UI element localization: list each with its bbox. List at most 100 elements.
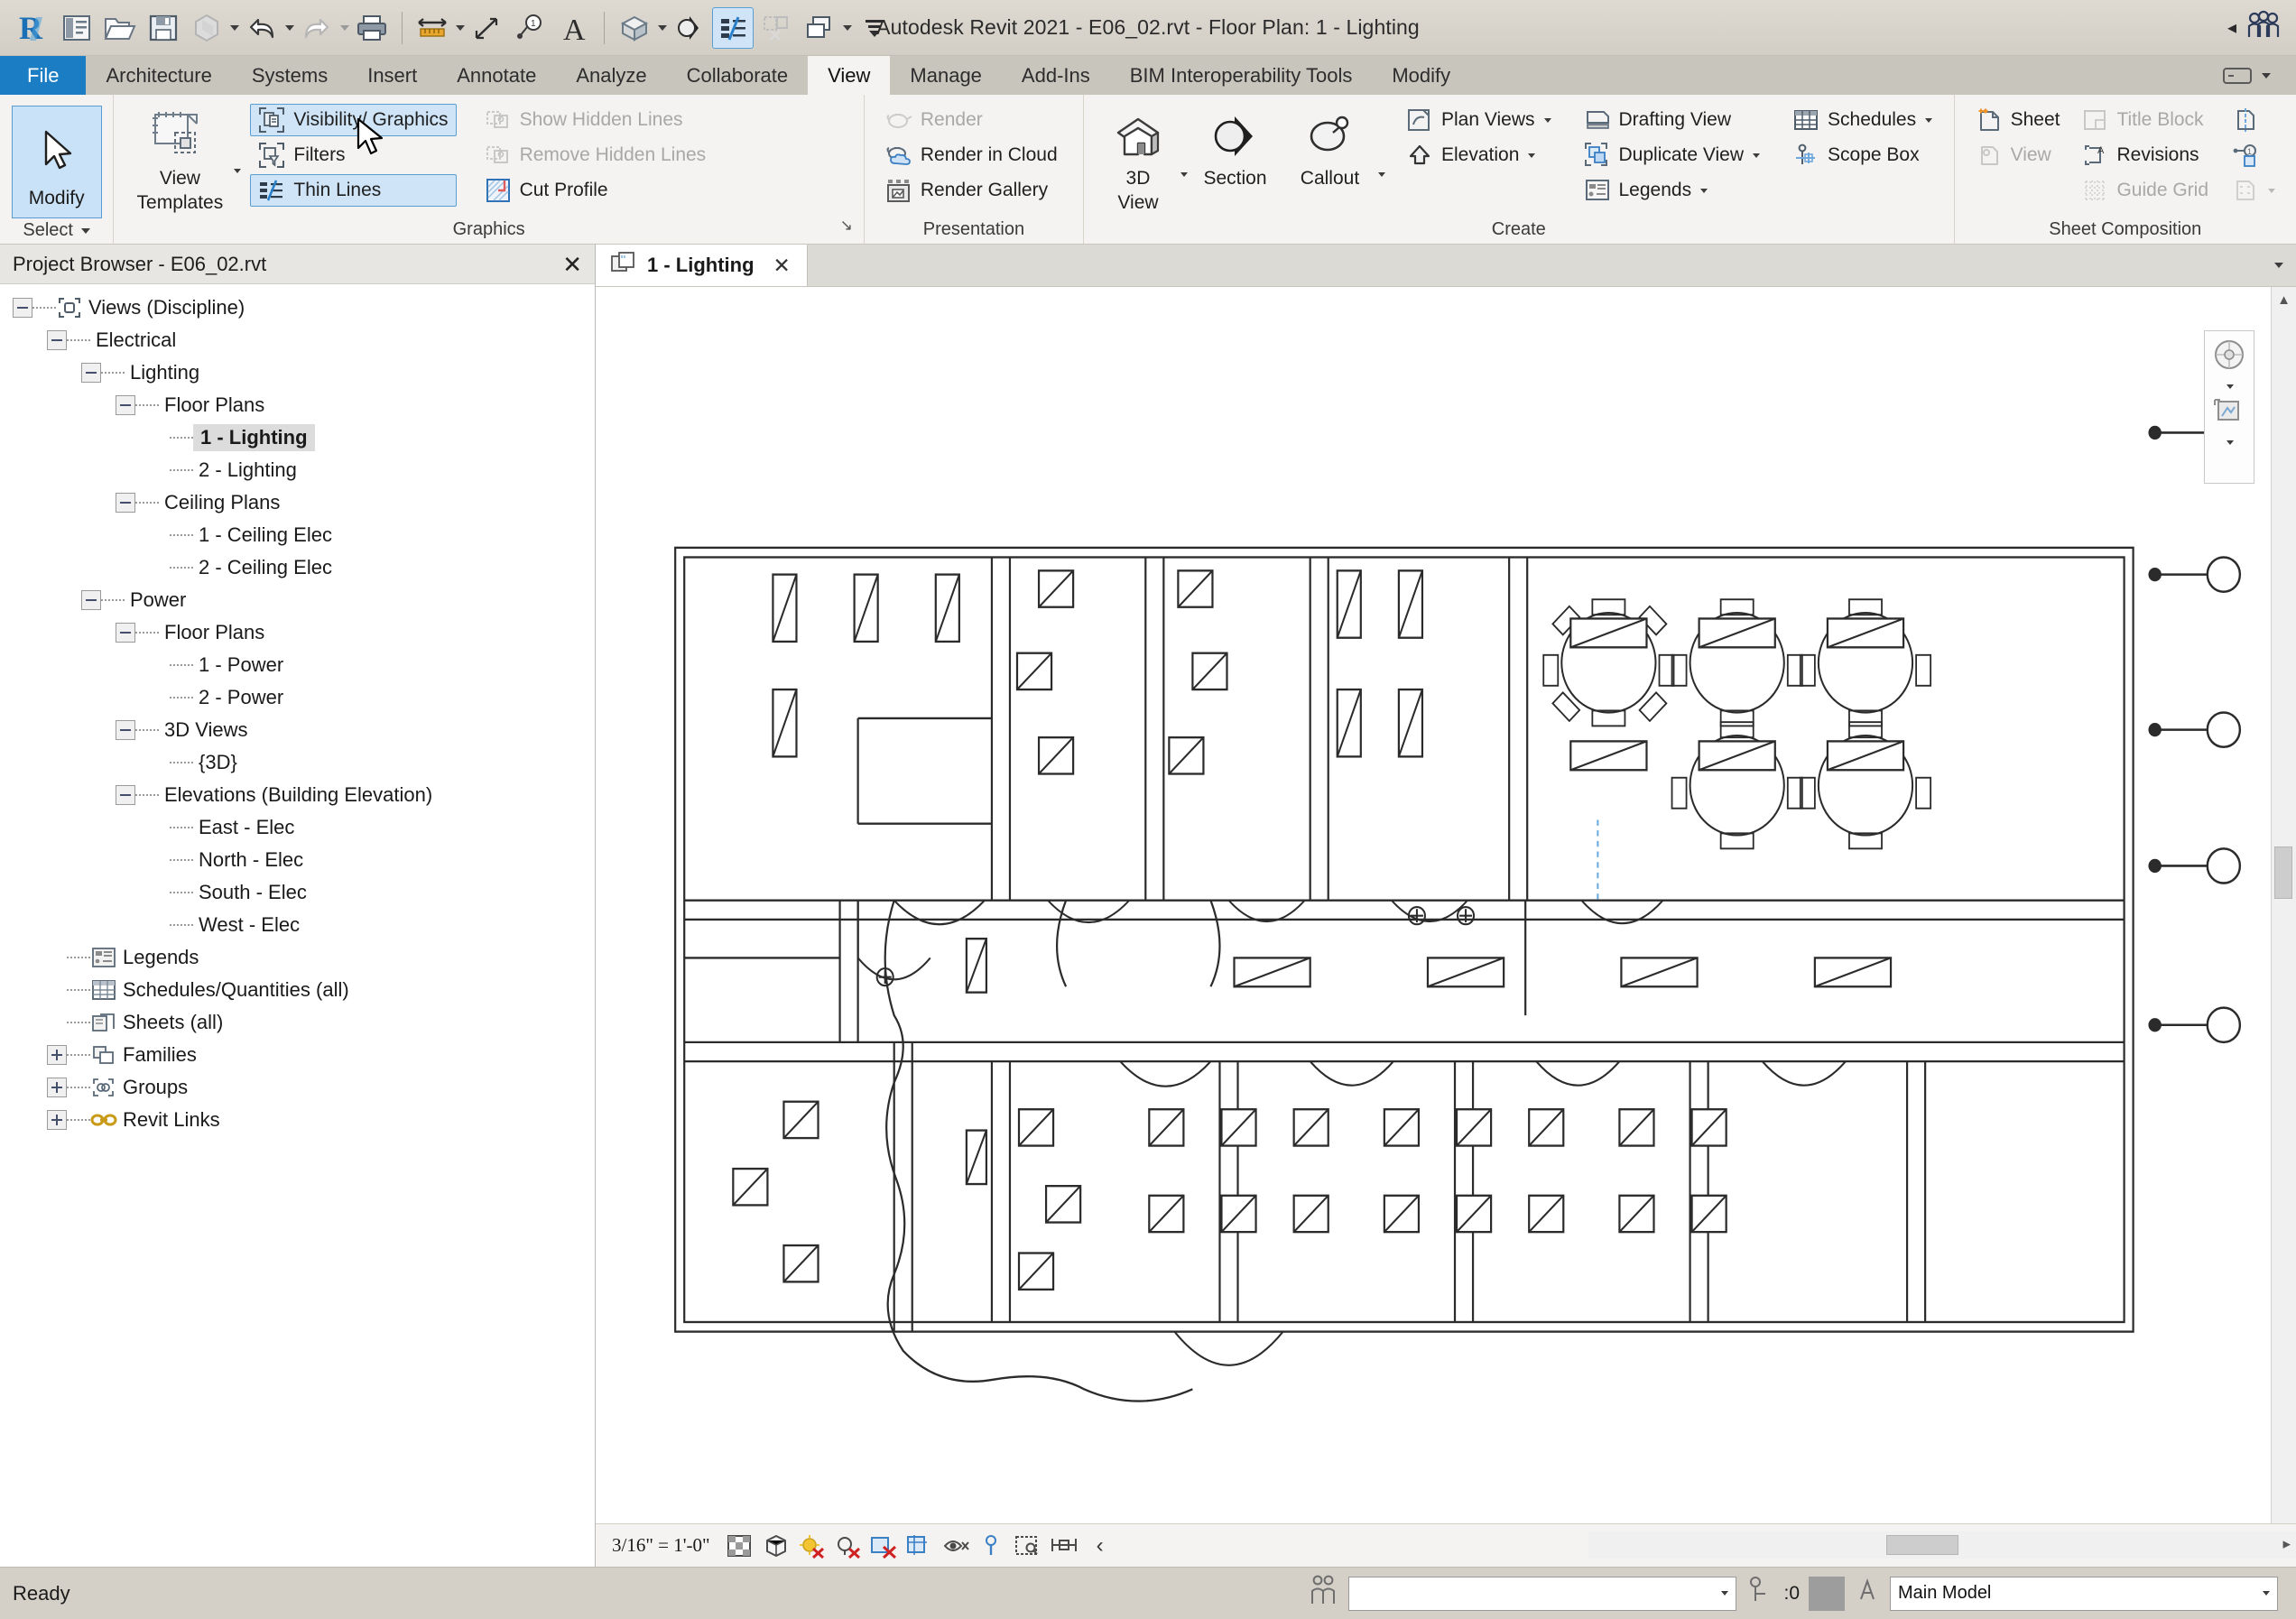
shadows-off-icon[interactable] — [829, 1528, 866, 1564]
hide-crop-region-icon[interactable] — [938, 1528, 974, 1564]
section-icon[interactable] — [669, 7, 710, 49]
undo-dropdown-arrow[interactable] — [285, 24, 294, 31]
three-d-view-button[interactable]: 3D View — [1097, 104, 1180, 216]
duplicate-view-button[interactable]: Duplicate View — [1576, 139, 1769, 171]
thin-lines-button[interactable]: Thin Lines — [250, 174, 457, 207]
tree-item-power[interactable]: Power — [0, 584, 595, 616]
view-reference-button[interactable]: 1 — [2224, 139, 2283, 171]
cut-profile-button[interactable]: Cut Profile — [477, 174, 715, 207]
tab-analyze[interactable]: Analyze — [556, 56, 666, 95]
tree-item-1-ceiling-elec[interactable]: 1 - Ceiling Elec — [0, 519, 595, 551]
tree-collapse-toggle[interactable] — [81, 363, 101, 383]
open-icon[interactable] — [99, 7, 141, 49]
tree-item-groups[interactable]: Groups — [0, 1071, 595, 1104]
tab-insert[interactable]: Insert — [347, 56, 437, 95]
tree-item-floor-plans[interactable]: Floor Plans — [0, 616, 595, 649]
redo-icon[interactable] — [296, 7, 338, 49]
three-d-view-dropdown-arrow[interactable] — [658, 24, 667, 31]
vertical-scroll-thumb[interactable] — [2274, 847, 2292, 899]
scroll-up-arrow-icon[interactable]: ▲ — [2277, 287, 2291, 312]
canvas-vertical-scrollbar[interactable]: ▲ — [2271, 287, 2296, 1523]
three-d-view-dropdown-icon[interactable] — [1180, 172, 1188, 177]
view-tab-1-lighting[interactable]: 1 - Lighting ✕ — [596, 245, 808, 286]
design-option-selector[interactable]: Main Model — [1890, 1576, 2278, 1611]
callout-button[interactable]: Callout — [1282, 104, 1377, 191]
tree-item-electrical[interactable]: Electrical — [0, 324, 595, 356]
temporary-hide-isolate-icon[interactable] — [974, 1528, 1010, 1564]
tree-collapse-toggle[interactable] — [116, 493, 135, 513]
tree-item-1-lighting[interactable]: 1 - Lighting — [0, 421, 595, 454]
section-button[interactable]: Section — [1188, 104, 1282, 191]
print-icon[interactable] — [351, 7, 393, 49]
redo-dropdown-arrow[interactable] — [340, 24, 349, 31]
navigation-bar[interactable] — [2204, 330, 2254, 484]
tab-manage[interactable]: Manage — [890, 56, 1002, 95]
tree-item-families[interactable]: Families — [0, 1039, 595, 1071]
sync-icon[interactable] — [186, 7, 227, 49]
project-browser-close-icon[interactable]: ✕ — [562, 253, 582, 276]
tab-add-ins[interactable]: Add-Ins — [1002, 56, 1110, 95]
tree-collapse-toggle[interactable] — [116, 785, 135, 805]
duplicate-view-dropdown-icon[interactable] — [1753, 153, 1761, 158]
tab-file[interactable]: File — [0, 56, 87, 95]
tree-item-floor-plans[interactable]: Floor Plans — [0, 389, 595, 421]
workset-selector[interactable] — [1348, 1576, 1737, 1611]
analytical-model-icon[interactable] — [1046, 1528, 1082, 1564]
view-scale-label[interactable]: 3/16" = 1'-0" — [612, 1534, 710, 1557]
tree-expand-toggle[interactable] — [47, 1078, 67, 1097]
view-tab-overflow-icon[interactable] — [2274, 263, 2283, 268]
revisions-button[interactable]: A Revisions — [2073, 139, 2217, 171]
tab-architecture[interactable]: Architecture — [86, 56, 231, 95]
view-templates-button[interactable]: View Templates — [126, 104, 233, 216]
modify-button[interactable]: Modify — [11, 106, 102, 218]
tree-collapse-toggle[interactable] — [116, 720, 135, 740]
project-icon[interactable] — [56, 7, 97, 49]
collapse-ribbon-arrow-icon[interactable]: ◂ — [2227, 16, 2236, 39]
tree-item-schedules-quantities-all[interactable]: Schedules/Quantities (all) — [0, 974, 595, 1006]
tree-item-3d-views[interactable]: 3D Views — [0, 714, 595, 746]
thin-lines-icon[interactable] — [712, 6, 754, 49]
view-control-more-icon[interactable]: ‹ — [1082, 1528, 1118, 1564]
render-in-cloud-button[interactable]: Render in Cloud — [877, 139, 1066, 171]
tree-item-west-elec[interactable]: West - Elec — [0, 909, 595, 941]
aligned-dimension-icon[interactable] — [467, 7, 508, 49]
workset-dropdown-icon[interactable] — [1721, 1591, 1729, 1596]
measure-icon[interactable] — [412, 7, 453, 49]
drafting-view-button[interactable]: Drafting View — [1576, 104, 1769, 136]
tree-collapse-toggle[interactable] — [81, 590, 101, 610]
pan-zoom-dropdown-icon[interactable] — [2226, 440, 2234, 445]
plan-views-dropdown-icon[interactable] — [1543, 117, 1551, 123]
crop-view-icon[interactable] — [902, 1528, 938, 1564]
elevation-button[interactable]: Elevation — [1398, 139, 1560, 171]
horizontal-scroll-thumb[interactable] — [1886, 1535, 1958, 1555]
tree-item-south-elec[interactable]: South - Elec — [0, 876, 595, 909]
tree-item-revit-links[interactable]: Revit Links — [0, 1104, 595, 1136]
detail-level-icon[interactable] — [721, 1528, 757, 1564]
text-icon[interactable]: A — [553, 7, 595, 49]
tree-expand-toggle[interactable] — [47, 1110, 67, 1130]
drawing-canvas[interactable]: ▲ — [596, 286, 2296, 1523]
exclude-options-icon[interactable] — [1854, 1574, 1881, 1614]
close-hidden-windows-icon[interactable] — [755, 7, 797, 49]
tree-item-3d[interactable]: {3D} — [0, 746, 595, 779]
sun-path-off-icon[interactable] — [793, 1528, 829, 1564]
editing-requests-icon[interactable] — [1745, 1574, 1774, 1614]
ribbon-options-dropdown[interactable] — [2214, 56, 2280, 95]
steering-wheel-icon[interactable] — [2211, 337, 2247, 377]
default-3d-view-icon[interactable] — [614, 7, 655, 49]
switch-windows-dropdown-arrow[interactable] — [843, 24, 852, 31]
tree-item-2-power[interactable]: 2 - Power — [0, 681, 595, 714]
view-templates-dropdown-icon[interactable] — [234, 169, 242, 173]
callout-dropdown-icon[interactable] — [1377, 172, 1385, 177]
visual-style-icon[interactable] — [757, 1528, 793, 1564]
tab-annotate[interactable]: Annotate — [437, 56, 556, 95]
tree-item-east-elec[interactable]: East - Elec — [0, 811, 595, 844]
reveal-hidden-elements-icon[interactable] — [1010, 1528, 1046, 1564]
undo-icon[interactable] — [241, 7, 282, 49]
switch-windows-icon[interactable] — [799, 7, 840, 49]
canvas-horizontal-scrollbar[interactable]: ▸ — [1588, 1531, 2296, 1559]
filters-button[interactable]: Filters — [250, 139, 456, 171]
tree-item-legends[interactable]: Legends — [0, 941, 595, 974]
tree-item-sheets-all[interactable]: Sheets (all) — [0, 1006, 595, 1039]
tree-item-north-elec[interactable]: North - Elec — [0, 844, 595, 876]
